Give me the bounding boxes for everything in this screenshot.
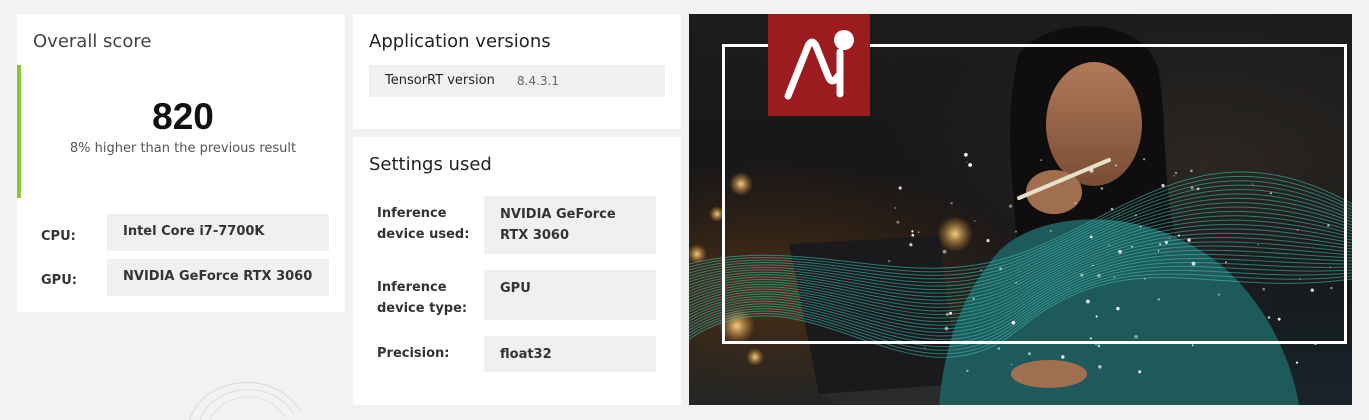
settings-used-title: Settings used: [369, 154, 492, 175]
application-versions-title: Application versions: [369, 31, 551, 52]
score-value: 820: [152, 96, 214, 137]
cpu-label: CPU:: [41, 229, 76, 244]
settings-value-device-type: GPU: [484, 270, 656, 320]
hero-image: [689, 14, 1352, 405]
settings-value-precision: float32: [484, 336, 656, 372]
settings-label-precision: Precision:: [377, 346, 450, 361]
ai-logo-icon: [768, 14, 870, 116]
application-versions-card: Application versions TensorRT version 8.…: [353, 14, 681, 129]
cpu-value: Intel Core i7-7700K: [107, 214, 329, 251]
settings-label-device-type: Inference device type:: [377, 280, 468, 316]
overall-score-title: Overall score: [33, 31, 152, 52]
settings-label-device-used: Inference device used:: [377, 206, 470, 242]
score-block: 820 8% higher than the previous result: [17, 65, 345, 198]
settings-value-device-used: NVIDIA GeForce RTX 3060: [484, 196, 656, 254]
gpu-value: NVIDIA GeForce RTX 3060: [107, 259, 329, 296]
overall-score-card: Overall score 820 8% higher than the pre…: [17, 14, 345, 312]
version-name: TensorRT version: [385, 73, 495, 88]
version-row: TensorRT version 8.4.3.1: [369, 65, 665, 97]
settings-used-card: Settings used Inference device used: NVI…: [353, 137, 681, 405]
score-comparison: 8% higher than the previous result: [69, 141, 297, 156]
decorative-swirl: [189, 382, 301, 420]
version-value: 8.4.3.1: [517, 74, 559, 88]
gpu-label: GPU:: [41, 273, 77, 288]
